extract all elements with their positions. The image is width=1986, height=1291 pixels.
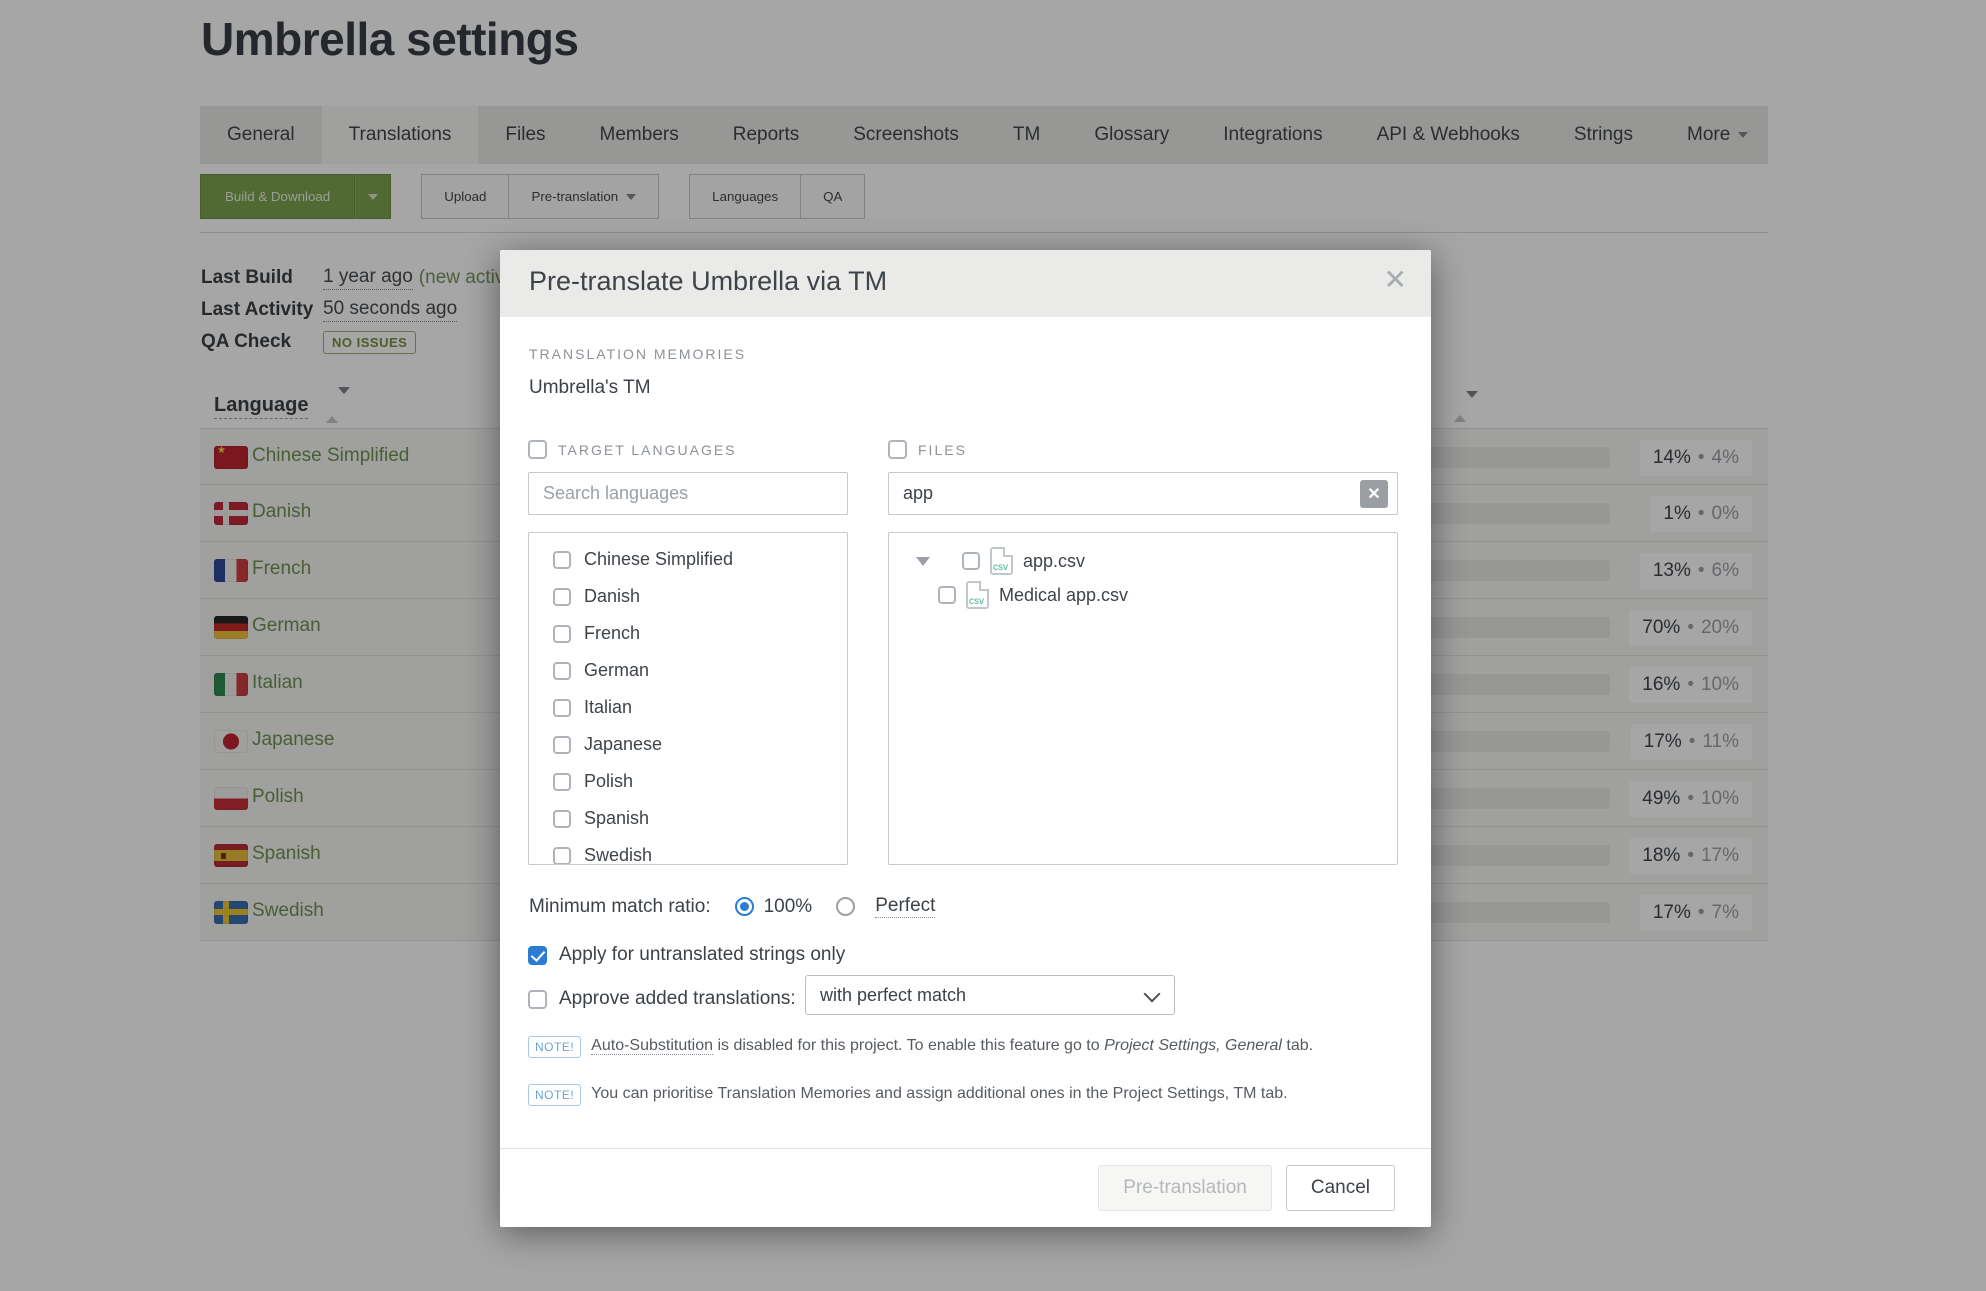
match-100-label[interactable]: 100% [764,896,813,918]
list-item[interactable]: Chinese Simplified [529,541,847,578]
language-option-label: Polish [584,771,633,792]
note-text: You can prioritise Translation Memories … [591,1083,1287,1105]
file-checkbox[interactable] [938,586,956,604]
minimum-match-ratio-row: Minimum match ratio: 100% Perfect [529,895,935,918]
file-name: Medical app.csv [999,585,1128,606]
approve-translations-row: Approve added translations: [528,988,796,1010]
file-tree-row[interactable]: csv app.csv [889,547,1085,575]
language-option-label: Danish [584,586,640,607]
files-label: FILES [918,442,967,458]
language-checkbox[interactable] [553,736,571,754]
file-tree-row[interactable]: csv Medical app.csv [889,581,1128,609]
pre-translation-submit-button[interactable]: Pre-translation [1098,1165,1272,1211]
search-files-input[interactable] [888,472,1398,515]
target-languages-header: TARGET LANGUAGES [528,440,737,459]
csv-file-icon: csv [990,547,1013,575]
list-item[interactable]: Swedish [529,837,847,865]
approve-translations-checkbox[interactable] [528,990,547,1009]
language-option-label: Swedish [584,845,652,865]
tm-section-label: TRANSLATION MEMORIES [529,346,746,362]
csv-file-icon: csv [966,581,989,609]
match-perfect-radio[interactable] [836,897,855,916]
approve-translations-label[interactable]: Approve added translations: [559,988,796,1010]
language-checkbox[interactable] [553,625,571,643]
apply-untranslated-label[interactable]: Apply for untranslated strings only [559,944,845,966]
dialog-header: Pre-translate Umbrella via TM ✕ [500,250,1431,317]
prioritise-tm-note: NOTE! You can prioritise Translation Mem… [528,1083,1403,1106]
language-checkbox[interactable] [553,810,571,828]
language-option-label: French [584,623,640,644]
auto-substitution-link[interactable]: Auto-Substitution [591,1037,713,1055]
files-header: FILES [888,440,967,459]
language-checkbox[interactable] [553,699,571,717]
file-checkbox[interactable] [962,552,980,570]
list-item[interactable]: French [529,615,847,652]
match-perfect-label[interactable]: Perfect [875,895,935,918]
minimum-match-ratio-label: Minimum match ratio: [529,896,711,918]
list-item[interactable]: Danish [529,578,847,615]
select-all-languages-checkbox[interactable] [528,440,547,459]
language-option-label: German [584,660,649,681]
search-languages-input[interactable] [528,472,848,515]
list-item[interactable]: Japanese [529,726,847,763]
auto-substitution-note: NOTE! Auto-Substitution is disabled for … [528,1035,1403,1058]
csv-icon-label: csv [993,562,1008,573]
close-icon[interactable]: ✕ [1384,266,1407,294]
list-item[interactable]: Italian [529,689,847,726]
list-item[interactable]: Polish [529,763,847,800]
pre-translate-dialog: Pre-translate Umbrella via TM ✕ TRANSLAT… [500,250,1431,1227]
dialog-footer: Pre-translation Cancel [500,1148,1431,1227]
list-item[interactable]: German [529,652,847,689]
apply-untranslated-row: Apply for untranslated strings only [528,944,845,966]
languages-listbox: Chinese Simplified Danish French German … [528,532,848,865]
match-100-radio[interactable] [735,897,754,916]
csv-icon-label: csv [969,596,984,607]
collapse-caret-icon[interactable] [916,557,930,566]
language-option-label: Japanese [584,734,662,755]
approve-match-select[interactable]: with perfect match [805,975,1175,1015]
target-languages-label: TARGET LANGUAGES [558,442,737,458]
cancel-button[interactable]: Cancel [1286,1165,1395,1211]
apply-untranslated-checkbox[interactable] [528,946,547,965]
tm-name: Umbrella's TM [529,377,651,399]
language-option-label: Italian [584,697,632,718]
language-checkbox[interactable] [553,847,571,865]
language-checkbox[interactable] [553,662,571,680]
language-option-label: Chinese Simplified [584,549,733,570]
language-checkbox[interactable] [553,551,571,569]
note-badge: NOTE! [528,1084,581,1106]
note-text: Auto-Substitution is disabled for this p… [591,1035,1313,1057]
approve-match-select-value: with perfect match [820,985,966,1006]
select-all-files-checkbox[interactable] [888,440,907,459]
language-checkbox[interactable] [553,773,571,791]
list-item[interactable]: Spanish [529,800,847,837]
note-badge: NOTE! [528,1036,581,1058]
clear-search-icon[interactable]: ✕ [1360,480,1388,508]
language-checkbox[interactable] [553,588,571,606]
file-name: app.csv [1023,551,1085,572]
files-tree: csv app.csv csv Medical app.csv [888,532,1398,865]
dialog-title: Pre-translate Umbrella via TM [529,266,887,297]
language-option-label: Spanish [584,808,649,829]
